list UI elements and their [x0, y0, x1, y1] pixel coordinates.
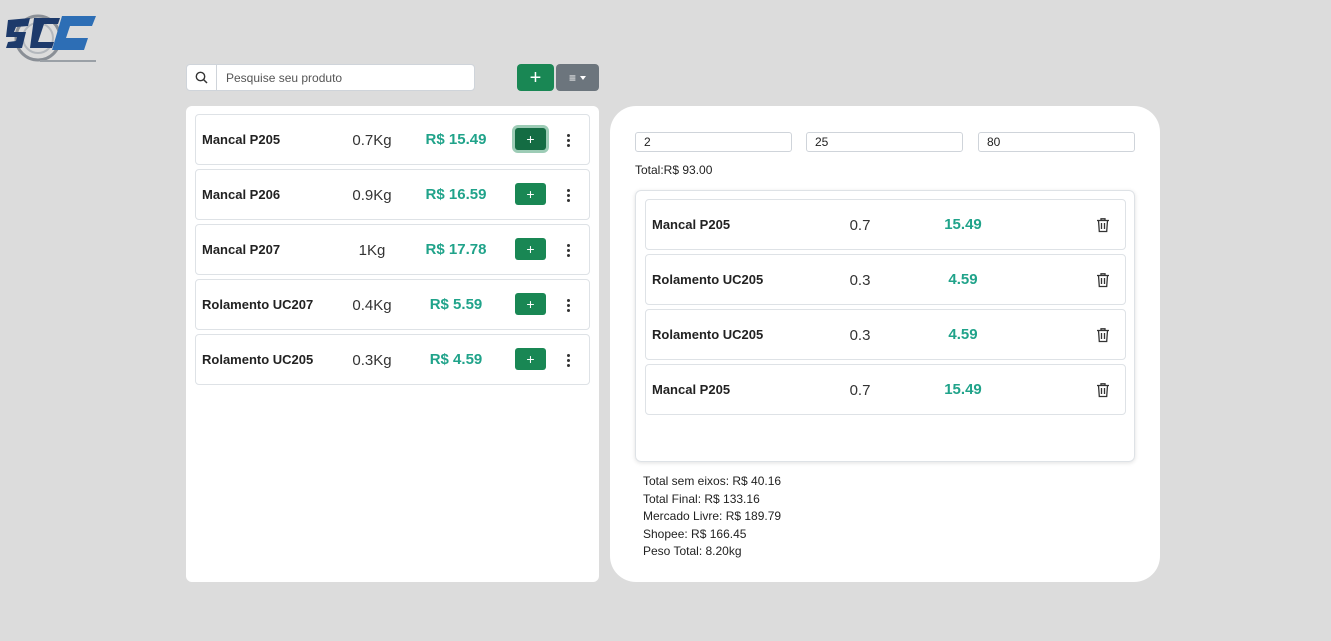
- cart-item-name: Rolamento UC205: [652, 327, 764, 342]
- cart-item: Mancal P205 0.7 15.49: [645, 364, 1126, 415]
- caret-down-icon: [580, 75, 586, 80]
- product-card: Mancal P205 0.7Kg R$ 15.49 +: [195, 114, 590, 165]
- cart-item-price: 15.49: [944, 381, 982, 398]
- product-card: Rolamento UC207 0.4Kg R$ 5.59 +: [195, 279, 590, 330]
- product-name: Mancal P206: [202, 187, 281, 202]
- add-to-cart-button[interactable]: +: [515, 293, 546, 315]
- cart-item: Rolamento UC205 0.3 4.59: [645, 309, 1126, 360]
- calc-input-2[interactable]: [806, 132, 963, 152]
- product-price: R$ 16.59: [425, 186, 487, 203]
- search-input[interactable]: [217, 65, 474, 90]
- trash-icon[interactable]: [1096, 382, 1110, 398]
- menu-icon: ≡: [568, 70, 576, 85]
- add-to-cart-button[interactable]: +: [515, 348, 546, 370]
- cart-item-name: Rolamento UC205: [652, 272, 764, 287]
- product-weight: 0.9Kg: [352, 187, 392, 204]
- plus-icon: +: [526, 296, 535, 312]
- product-weight: 1Kg: [358, 242, 386, 259]
- mercado-livre-price: Mercado Livre: R$ 189.79: [643, 509, 782, 524]
- product-weight: 0.4Kg: [352, 297, 392, 314]
- calc-input-1[interactable]: [635, 132, 792, 152]
- product-name: Mancal P205: [202, 132, 281, 147]
- product-name: Rolamento UC207: [202, 297, 314, 312]
- calc-input-3[interactable]: [978, 132, 1135, 152]
- plus-icon: +: [526, 131, 535, 147]
- cart-item-weight: 0.3: [849, 272, 871, 289]
- cart-item: Rolamento UC205 0.3 4.59: [645, 254, 1126, 305]
- total-final: Total Final: R$ 133.16: [643, 491, 760, 506]
- plus-icon: +: [526, 186, 535, 202]
- summary-totals: Total sem eixos: R$ 40.16 Total Final: R…: [643, 473, 781, 561]
- add-to-cart-button[interactable]: +: [515, 238, 546, 260]
- more-options-icon[interactable]: [560, 130, 576, 150]
- cart-list: Mancal P205 0.7 15.49 Rolamento UC205 0.…: [635, 190, 1135, 462]
- cart-item-weight: 0.7: [849, 382, 871, 399]
- cart-item-weight: 0.3: [849, 327, 871, 344]
- cart-item-name: Mancal P205: [652, 217, 731, 232]
- product-price: R$ 4.59: [429, 351, 483, 368]
- more-options-icon[interactable]: [560, 295, 576, 315]
- logo-graphic: [6, 14, 96, 62]
- product-name: Mancal P207: [202, 242, 281, 257]
- add-to-cart-button[interactable]: +: [515, 183, 546, 205]
- logo: [4, 4, 100, 68]
- add-to-cart-button[interactable]: +: [515, 128, 546, 150]
- cart-item-price: 4.59: [948, 271, 978, 288]
- cart-item: Mancal P205 0.7 15.49: [645, 199, 1126, 250]
- total-sem-eixos: Total sem eixos: R$ 40.16: [643, 474, 782, 488]
- trash-icon[interactable]: [1096, 217, 1110, 233]
- calculation-panel: Total:R$ 93.00 Mancal P205 0.7 15.49 Rol…: [610, 106, 1160, 582]
- more-options-icon[interactable]: [560, 350, 576, 370]
- product-card: Rolamento UC205 0.3Kg R$ 4.59 +: [195, 334, 590, 385]
- peso-total: Peso Total: 8.20kg: [643, 544, 742, 559]
- product-price: R$ 15.49: [425, 131, 487, 148]
- product-list: Mancal P205 0.7Kg R$ 15.49 + Mancal P206…: [186, 106, 599, 582]
- product-price: R$ 17.78: [425, 241, 487, 258]
- cart-item-weight: 0.7: [849, 217, 871, 234]
- search-icon: [187, 65, 217, 90]
- menu-dropdown-button[interactable]: ≡: [556, 64, 599, 91]
- plus-icon: +: [526, 351, 535, 367]
- product-price: R$ 5.59: [429, 296, 483, 313]
- calc-total: Total:R$ 93.00: [635, 163, 713, 177]
- product-weight: 0.7Kg: [352, 132, 392, 149]
- product-card: Mancal P206 0.9Kg R$ 16.59 +: [195, 169, 590, 220]
- product-card: Mancal P207 1Kg R$ 17.78 +: [195, 224, 590, 275]
- plus-icon: +: [529, 66, 542, 89]
- trash-icon[interactable]: [1096, 327, 1110, 343]
- product-name: Rolamento UC205: [202, 352, 314, 367]
- add-product-button[interactable]: +: [517, 64, 554, 91]
- trash-icon[interactable]: [1096, 272, 1110, 288]
- cart-item-price: 4.59: [948, 326, 978, 343]
- more-options-icon[interactable]: [560, 240, 576, 260]
- cart-item-name: Mancal P205: [652, 382, 731, 397]
- search-bar: [186, 64, 475, 91]
- shopee-price: Shopee: R$ 166.45: [643, 526, 747, 541]
- cart-item-price: 15.49: [944, 216, 982, 233]
- product-weight: 0.3Kg: [352, 352, 392, 369]
- more-options-icon[interactable]: [560, 185, 576, 205]
- plus-icon: +: [526, 241, 535, 257]
